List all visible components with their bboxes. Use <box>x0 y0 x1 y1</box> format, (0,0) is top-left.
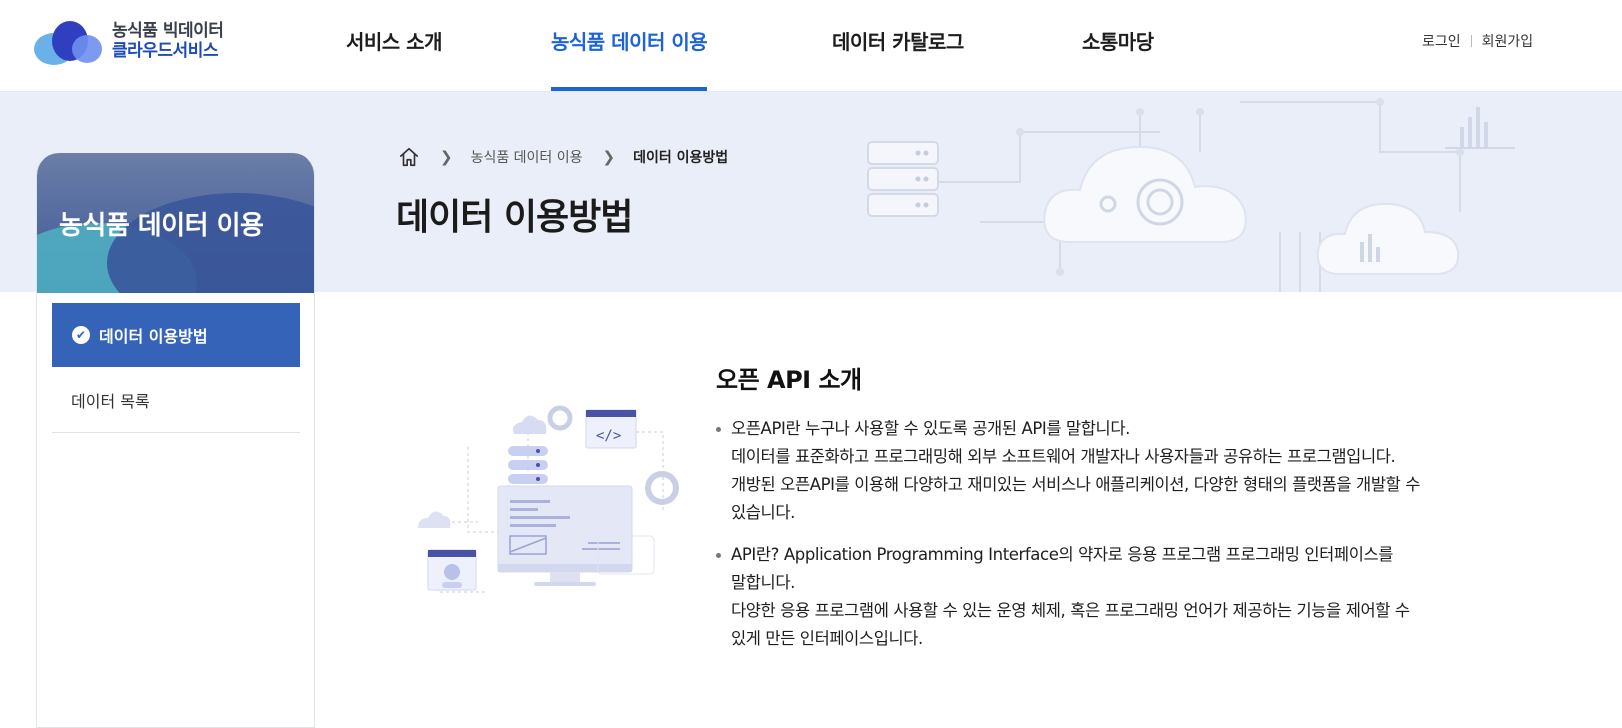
bullet-line: 데이터를 표준화하고 프로그래밍해 외부 소프트웨어 개발자나 사용자들과 공유… <box>731 447 1396 466</box>
cloud-logo-icon <box>34 19 104 65</box>
breadcrumb-current: 데이터 이용방법 <box>633 150 729 166</box>
check-circle-icon: ✔ <box>72 326 90 344</box>
logo-line1: 농식품 빅데이터 <box>112 21 224 42</box>
sidebar-item-data-usage[interactable]: ✔ 데이터 이용방법 <box>52 303 300 367</box>
sidebar-title: 농식품 데이터 이용 <box>59 211 264 241</box>
chevron-right-icon: ❯ <box>602 148 616 166</box>
site-logo[interactable]: 농식품 빅데이터 클라우드서비스 <box>34 18 234 66</box>
sidebar-item-label: 데이터 목록 <box>71 391 150 411</box>
nav-item-data-catalog[interactable]: 데이터 카탈로그 <box>832 26 964 55</box>
description-bullet: 오픈API란 누구나 사용할 수 있도록 공개된 API를 말합니다. 데이터를… <box>716 415 1496 527</box>
site-header: 농식품 빅데이터 클라우드서비스 서비스 소개 농식품 데이터 이용 데이터 카… <box>0 0 1622 92</box>
util-divider <box>1470 35 1472 47</box>
breadcrumb-level1[interactable]: 농식품 데이터 이용 <box>471 147 583 167</box>
home-icon[interactable] <box>398 146 420 168</box>
sidebar-menu: ✔ 데이터 이용방법 데이터 목록 <box>52 303 300 433</box>
cloud-network-illustration-icon <box>867 98 1515 292</box>
bullet-line: 있게 만든 인터페이스입니다. <box>731 629 923 648</box>
bullet-line: 말합니다. <box>731 573 795 592</box>
sidebar: 농식품 데이터 이용 ✔ 데이터 이용방법 데이터 목록 <box>36 153 315 728</box>
page-title: 데이터 이용방법 <box>396 197 633 238</box>
nav-item-community[interactable]: 소통마당 <box>1082 26 1154 55</box>
breadcrumb: ❯ 농식품 데이터 이용 ❯ 데이터 이용방법 <box>398 146 728 168</box>
api-illustration-icon: </> <box>418 405 679 593</box>
chevron-right-icon: ❯ <box>440 148 453 166</box>
bullet-line: 오픈API란 누구나 사용할 수 있도록 공개된 API를 말합니다. <box>731 419 1130 438</box>
description-bullet: API란? Application Programming Interface의… <box>716 541 1496 653</box>
util-links: 로그인 회원가입 <box>1422 31 1533 51</box>
sidebar-header: 농식품 데이터 이용 <box>37 153 314 293</box>
bullet-line: 개방된 오픈API를 이용해 다양하고 재미있는 서비스나 애플리케이션, 다양… <box>731 475 1421 494</box>
login-link[interactable]: 로그인 <box>1422 31 1461 51</box>
svg-text:</>: </> <box>596 428 621 444</box>
signup-link[interactable]: 회원가입 <box>1482 31 1534 51</box>
nav-item-service-intro[interactable]: 서비스 소개 <box>346 26 442 55</box>
nav-active-indicator <box>551 87 707 91</box>
bullet-line: API란? Application Programming Interface의… <box>731 545 1394 564</box>
logo-line2: 클라우드서비스 <box>112 41 218 61</box>
bullet-line: 있습니다. <box>731 503 795 522</box>
main-content: 오픈 API 소개 오픈API란 누구나 사용할 수 있도록 공개된 API를 … <box>716 360 1496 667</box>
nav-item-data-use[interactable]: 농식품 데이터 이용 <box>551 26 708 55</box>
section-heading: 오픈 API 소개 <box>716 366 862 394</box>
sidebar-item-data-list[interactable]: 데이터 목록 <box>52 367 300 433</box>
bullet-line: 다양한 응용 프로그램에 사용할 수 있는 운영 체제, 혹은 프로그래밍 언어… <box>731 601 1410 620</box>
sidebar-item-label: 데이터 이용방법 <box>99 327 208 346</box>
